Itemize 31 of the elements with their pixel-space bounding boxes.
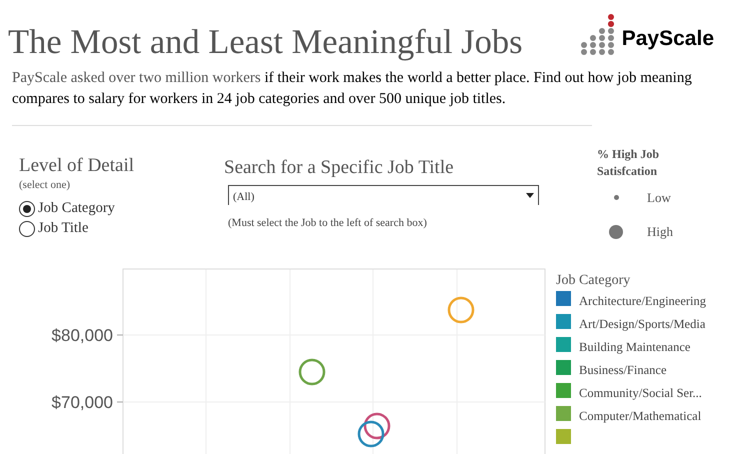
legend-label: Business/Finance [579,362,666,380]
legend-title: % High Job Satisfcation [597,146,660,180]
axis-label: $70,000 [52,393,113,412]
radio-label[interactable]: Job Title [38,218,88,240]
data-point [298,358,326,386]
data-point [364,412,390,440]
legend-label: High [647,222,673,241]
search-dropdown[interactable]: (All) [228,185,539,205]
tick-mark [116,334,124,336]
legend-label: Computer/Mathematical [579,408,702,426]
note-text: (Must select the Job to the left of search box) [228,216,428,231]
axis-label: $80,000 [52,326,113,345]
logo-text: PayScale [622,27,714,51]
radio-button[interactable] [19,201,35,217]
hint-text: (select one) [19,178,71,192]
legend-label: Art/Design/Sports/Media [579,316,706,334]
section-title: Level of Detail [19,154,136,178]
legend-label: Low [647,188,671,207]
page-title: The Most and Least Meaningful Jobs [8,22,523,62]
intro-paragraph: PayScale asked over two million workers if their work makes the world a better place. Find out how job meaning compares to salary for workers in 24 job categories and over 500 unique job titles. [11,69,693,109]
legend-label: Architecture/Engineering [579,293,706,310]
section-title: Search for a Specific Job Title [224,156,455,180]
legend-label: Community/Social Ser... [579,385,702,402]
data-point [358,420,384,448]
radio-button[interactable] [19,221,35,237]
logo-icon [580,14,616,56]
data-point [448,296,474,324]
legend-title: Job Category [556,272,632,290]
caret-icon [526,193,534,198]
legend-label: Building Maintenance [579,339,690,356]
radio-label[interactable]: Job Category [38,198,115,220]
